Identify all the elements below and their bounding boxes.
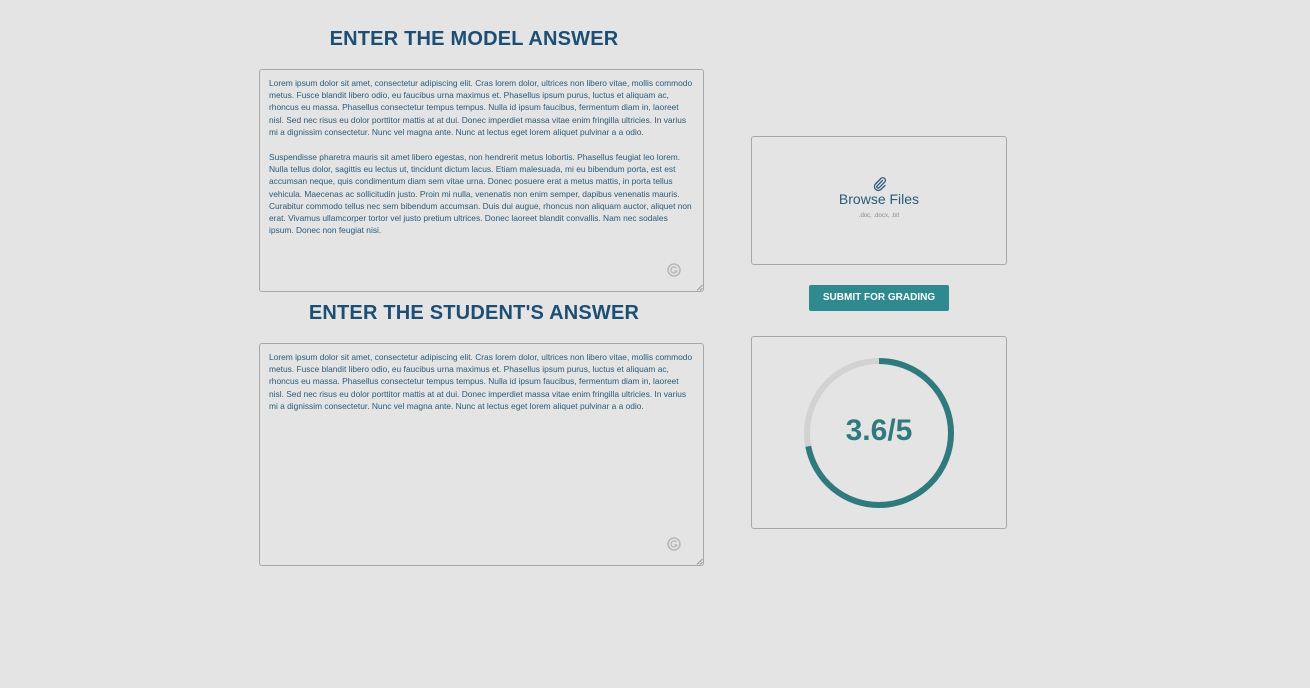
- browse-files-label[interactable]: Browse Files: [752, 191, 1006, 207]
- model-answer-paragraph: Lorem ipsum dolor sit amet, consectetur …: [269, 78, 693, 137]
- model-answer-textarea[interactable]: Lorem ipsum dolor sit amet, consectetur …: [259, 69, 704, 292]
- model-answer-heading: ENTER THE MODEL ANSWER: [329, 28, 619, 50]
- grading-page: ENTER THE MODEL ANSWER Lorem ipsum dolor…: [0, 0, 1310, 688]
- score-value: 3.6/5: [845, 414, 913, 447]
- student-answer-textarea[interactable]: Lorem ipsum dolor sit amet, consectetur …: [259, 343, 704, 566]
- file-upload-dropzone[interactable]: Browse Files .doc, .docx, .txt: [751, 136, 1007, 265]
- paperclip-icon: [873, 177, 886, 192]
- grammar-check-icon[interactable]: [667, 263, 681, 277]
- model-answer-paragraph: Suspendisse pharetra mauris sit amet lib…: [269, 152, 692, 236]
- score-panel: 3.6/5: [751, 336, 1007, 529]
- grammar-check-icon[interactable]: [667, 537, 681, 551]
- student-answer-heading: ENTER THE STUDENT'S ANSWER: [308, 302, 640, 324]
- resize-handle-icon[interactable]: [696, 284, 703, 291]
- submit-for-grading-button[interactable]: SUBMIT FOR GRADING: [809, 285, 949, 311]
- student-answer-paragraph: Lorem ipsum dolor sit amet, consectetur …: [269, 352, 693, 411]
- resize-handle-icon[interactable]: [696, 558, 703, 565]
- accepted-file-types: .doc, .docx, .txt: [858, 213, 900, 219]
